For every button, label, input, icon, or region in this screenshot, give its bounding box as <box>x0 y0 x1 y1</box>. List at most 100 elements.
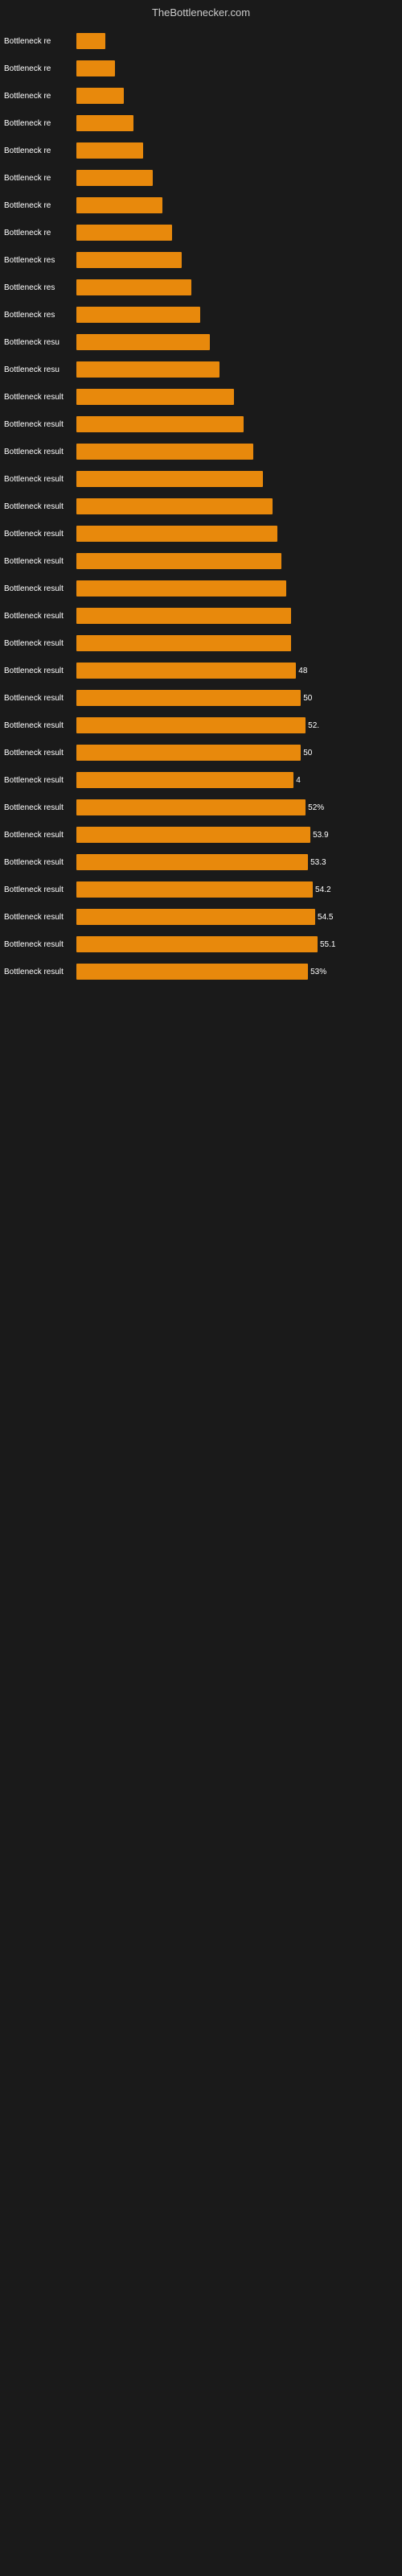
bar-wrapper <box>76 361 394 378</box>
bar-label: Bottleneck result <box>4 557 76 566</box>
bar-wrapper <box>76 635 394 651</box>
bar-wrapper <box>76 33 394 49</box>
bar-label: Bottleneck result <box>4 420 76 429</box>
bar-label: Bottleneck result <box>4 667 76 675</box>
bar <box>76 498 273 514</box>
bar <box>76 444 253 460</box>
bar-value: 50 <box>303 749 312 758</box>
bar-label: Bottleneck result <box>4 940 76 949</box>
bar <box>76 279 191 295</box>
bar-wrapper: 55.1 <box>76 936 394 952</box>
bar <box>76 197 162 213</box>
bar-label: Bottleneck re <box>4 37 76 46</box>
bar-label: Bottleneck result <box>4 831 76 840</box>
bar-wrapper <box>76 170 394 186</box>
bar <box>76 881 313 898</box>
bar-wrapper: 52% <box>76 799 394 815</box>
bar-label: Bottleneck result <box>4 721 76 730</box>
bar-row: Bottleneck result54.5 <box>4 906 394 928</box>
bar-wrapper <box>76 225 394 241</box>
bar <box>76 307 200 323</box>
bar-label: Bottleneck result <box>4 749 76 758</box>
bar-label: Bottleneck re <box>4 147 76 155</box>
bar-row: Bottleneck result <box>4 522 394 545</box>
bar <box>76 142 143 159</box>
bar-wrapper <box>76 88 394 104</box>
bar-wrapper <box>76 60 394 76</box>
bar-row: Bottleneck result <box>4 577 394 600</box>
bar-wrapper <box>76 115 394 131</box>
bar-label: Bottleneck re <box>4 174 76 183</box>
bar-label: Bottleneck result <box>4 530 76 539</box>
bar-label: Bottleneck result <box>4 393 76 402</box>
bar-wrapper: 53.9 <box>76 827 394 843</box>
bar <box>76 88 124 104</box>
bar-wrapper <box>76 553 394 569</box>
bar <box>76 526 277 542</box>
bar <box>76 936 318 952</box>
bar-label: Bottleneck resu <box>4 338 76 347</box>
bar-wrapper <box>76 307 394 323</box>
bar <box>76 334 210 350</box>
bar-row: Bottleneck result 53% <box>4 960 394 983</box>
bar-row: Bottleneck result 50 <box>4 741 394 764</box>
bar-wrapper: 53% <box>76 964 394 980</box>
bar-wrapper <box>76 252 394 268</box>
bar-row: Bottleneck re <box>4 221 394 244</box>
bar <box>76 799 306 815</box>
bar-row: Bottleneck result50 <box>4 687 394 709</box>
bar-label: Bottleneck re <box>4 92 76 101</box>
bar-row: Bottleneck result <box>4 468 394 490</box>
bar-value: 53.3 <box>310 858 326 867</box>
chart-container: Bottleneck re Bottleneck re Bottleneck re B… <box>0 22 402 996</box>
bar-label: Bottleneck result <box>4 694 76 703</box>
bar-label: Bottleneck result <box>4 803 76 812</box>
bar-wrapper: 53.3 <box>76 854 394 870</box>
bar-row: Bottleneck result 53.9 <box>4 824 394 846</box>
bar-wrapper <box>76 444 394 460</box>
bar-label: Bottleneck result <box>4 475 76 484</box>
bar-label: Bottleneck result <box>4 584 76 593</box>
bar-wrapper <box>76 334 394 350</box>
bar-row: Bottleneck result <box>4 605 394 627</box>
bar <box>76 909 315 925</box>
bar <box>76 361 219 378</box>
bar-label: Bottleneck result <box>4 968 76 976</box>
site-title: TheBottlenecker.com <box>152 6 250 19</box>
bar-value: 53.9 <box>313 831 328 840</box>
bar-wrapper: 48 <box>76 663 394 679</box>
bar-row: Bottleneck re <box>4 30 394 52</box>
bar-value: 54.2 <box>315 886 330 894</box>
bar <box>76 170 153 186</box>
bar-wrapper <box>76 279 394 295</box>
bar-value: 53% <box>310 968 326 976</box>
bar-wrapper: 4 <box>76 772 394 788</box>
bar-wrapper <box>76 580 394 597</box>
bar-label: Bottleneck result <box>4 612 76 621</box>
bar-row: Bottleneck result 53.3 <box>4 851 394 873</box>
bar-wrapper: 54.5 <box>76 909 394 925</box>
bar <box>76 964 308 980</box>
bar <box>76 252 182 268</box>
bar-row: Bottleneck res <box>4 276 394 299</box>
bar-wrapper <box>76 498 394 514</box>
bar <box>76 416 244 432</box>
bar-row: Bottleneck result52. <box>4 714 394 737</box>
bar-row: Bottleneck result <box>4 440 394 463</box>
bar-row: Bottleneck res <box>4 303 394 326</box>
bar-row: Bottleneck result <box>4 413 394 436</box>
bar-value: 48 <box>298 667 307 675</box>
bar-label: Bottleneck result <box>4 448 76 456</box>
bar-wrapper <box>76 416 394 432</box>
bar-row: Bottleneck re <box>4 57 394 80</box>
bar-wrapper <box>76 389 394 405</box>
bar-wrapper: 50 <box>76 745 394 761</box>
bar-row: Bottleneck re <box>4 112 394 134</box>
bar-row: Bottleneck re <box>4 167 394 189</box>
bar-label: Bottleneck result <box>4 858 76 867</box>
bar-label: Bottleneck res <box>4 311 76 320</box>
bar-row: Bottleneck re <box>4 194 394 217</box>
bar-label: Bottleneck re <box>4 229 76 237</box>
bar <box>76 115 133 131</box>
bar <box>76 225 172 241</box>
